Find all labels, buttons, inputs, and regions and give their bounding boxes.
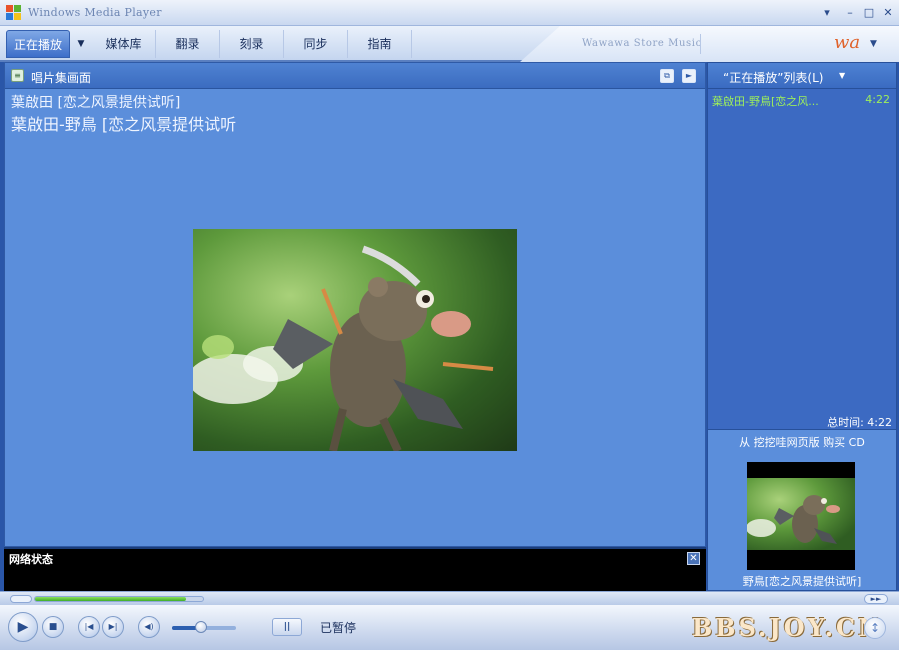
tab-sync[interactable]: 同步: [284, 30, 348, 58]
tab-rip[interactable]: 翻录: [156, 30, 220, 58]
album-thumbnail-image: [747, 478, 855, 550]
volume-knob[interactable]: [194, 621, 207, 633]
album-art-illustration: [193, 245, 494, 451]
tab-guide[interactable]: 指南: [348, 30, 412, 58]
fullscreen-icon[interactable]: ⧉: [660, 69, 674, 83]
album-thumbnail-illustration: [747, 495, 840, 544]
buy-cd-link[interactable]: 从 挖挖哇网页版 购买 CD: [708, 434, 896, 450]
album-thumbnail[interactable]: [747, 462, 855, 570]
close-icon[interactable]: ✕: [687, 552, 700, 565]
feature-taskbar: 正在播放 ▼ 媒体库 翻录 刻录 同步 指南 Wawawa Store Musi…: [0, 26, 899, 62]
next-visualization-icon[interactable]: ►: [682, 69, 696, 83]
album-caption: 野鳥[恋之风景提供试听]: [742, 575, 862, 588]
playlist-pane: “正在播放”列表(L) ▼ 葉啟田-野鳥[恋之风... 4:22 总时间: 4:…: [707, 62, 897, 591]
playlist-item-duration: 4:22: [865, 93, 890, 106]
playlist-item[interactable]: 葉啟田-野鳥[恋之风... 4:22: [712, 93, 892, 109]
album-art: [193, 229, 517, 451]
fast-forward-icon[interactable]: ►►: [864, 594, 888, 604]
watermark: BBS.JOY.CN: [692, 613, 884, 642]
seek-left-cap: [10, 595, 32, 603]
switch-mode-icon[interactable]: ↕: [864, 617, 886, 639]
network-status-label: 网络状态: [9, 553, 53, 566]
playlist-item-title: 葉啟田-野鳥[恋之风...: [712, 95, 819, 108]
volume-slider[interactable]: [172, 621, 236, 633]
window-title: Windows Media Player: [28, 6, 162, 19]
playback-status: 已暂停: [320, 621, 357, 635]
album-info-pane: 从 挖挖哇网页版 购买 CD 野鳥[恋之风景提供试听]: [708, 429, 896, 590]
close-button[interactable]: ✕: [881, 6, 895, 20]
mute-button[interactable]: ◀): [138, 616, 160, 638]
stop-button[interactable]: ■: [42, 616, 64, 638]
windows-logo-icon: [6, 5, 22, 21]
now-playing-pane: ≡ 唱片集画面 ⧉ ► 葉啟田 [恋之风景提供试听] 葉啟田-野鳥 [恋之风景提…: [4, 62, 706, 547]
tab-library[interactable]: 媒体库: [92, 30, 156, 58]
store-divider: [700, 34, 701, 54]
visualization-header: ≡ 唱片集画面 ⧉ ►: [5, 63, 705, 89]
track-info: 葉啟田-野鳥 [恋之风景提供试听: [11, 115, 237, 134]
network-status-pane: 网络状态 ✕: [4, 547, 706, 591]
playlist-header: “正在播放”列表(L) ▼: [708, 63, 896, 89]
tab-burn[interactable]: 刻录: [220, 30, 284, 58]
maximize-button[interactable]: □: [862, 6, 876, 20]
visualization-menu-icon[interactable]: ≡: [11, 69, 24, 82]
total-time: 总时间: 4:22: [827, 416, 892, 429]
store-chevron-icon[interactable]: ▼: [870, 39, 877, 49]
seek-bar-row: ►►: [0, 591, 899, 605]
previous-button[interactable]: |◀: [78, 616, 100, 638]
tab-now-playing[interactable]: 正在播放: [6, 30, 70, 58]
window-menu-icon[interactable]: ▾: [820, 6, 834, 20]
pause-button[interactable]: ||: [272, 618, 302, 636]
artist-info: 葉啟田 [恋之风景提供试听]: [11, 95, 181, 111]
play-button[interactable]: ▶: [8, 612, 38, 642]
next-button[interactable]: ▶|: [102, 616, 124, 638]
store-name[interactable]: Wawawa Store Music: [582, 38, 702, 49]
visualization-label[interactable]: 唱片集画面: [31, 69, 91, 86]
title-bar: Windows Media Player ▾ – □ ✕: [0, 0, 899, 26]
minimize-button[interactable]: –: [843, 6, 857, 20]
seek-bar[interactable]: [34, 596, 204, 602]
playlist-title[interactable]: “正在播放”列表(L): [723, 69, 823, 86]
tab-dropdown-icon[interactable]: ▼: [70, 30, 92, 58]
store-logo-icon[interactable]: wa: [834, 32, 870, 58]
seek-progress: [35, 597, 187, 601]
chevron-down-icon[interactable]: ▼: [839, 71, 845, 80]
transport-controls: ▶ ■ |◀ ▶| ◀) || 已暂停 BBS.JOY.CN ↕: [0, 605, 899, 650]
